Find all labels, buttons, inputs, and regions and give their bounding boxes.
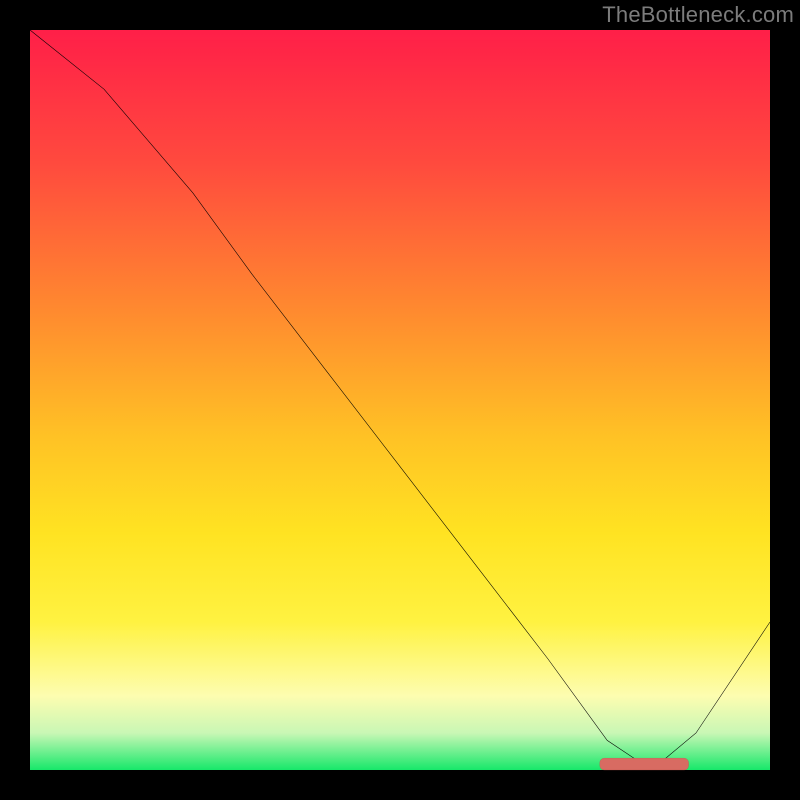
marker-rect [600,758,689,770]
watermark-label: TheBottleneck.com [602,2,794,28]
bottom-marker [30,30,770,770]
